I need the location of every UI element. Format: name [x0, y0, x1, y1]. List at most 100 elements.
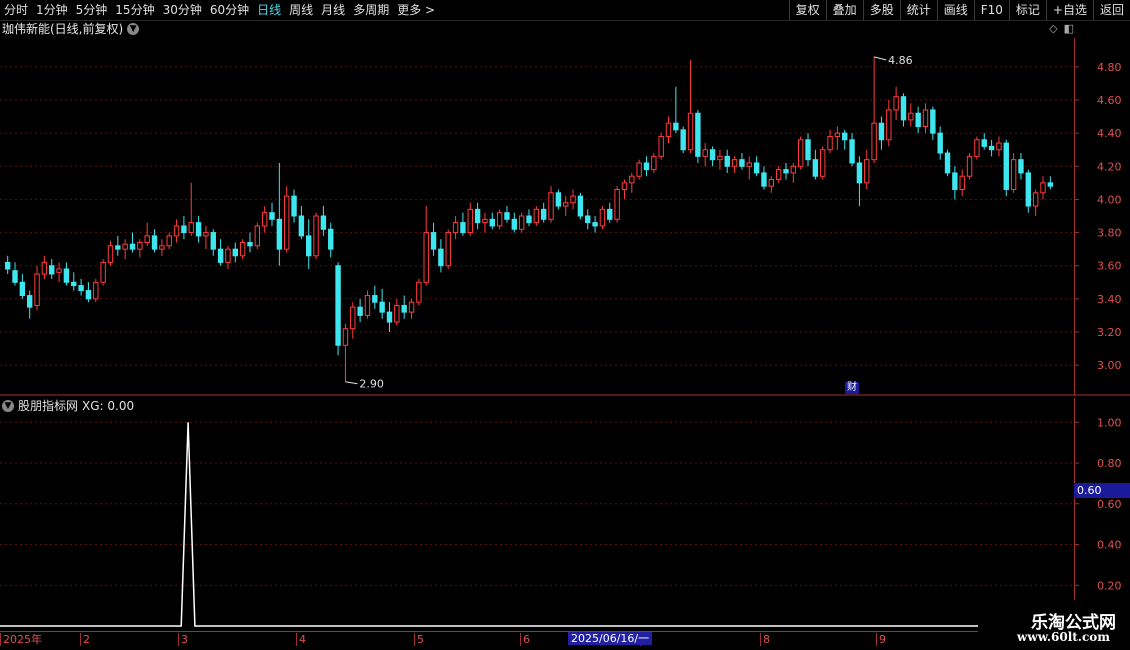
candle-body — [1040, 182, 1046, 194]
candle-body — [570, 195, 576, 204]
candle-body — [254, 225, 261, 247]
candle-body — [753, 162, 760, 174]
candle-body — [878, 122, 885, 141]
finance-badge[interactable]: 财 — [845, 382, 859, 394]
candle-body — [239, 242, 246, 257]
candle-body — [563, 202, 569, 207]
candle-body — [159, 245, 165, 250]
action-button-8[interactable]: 返回 — [1092, 0, 1130, 20]
price-tick-label: 3.00 — [1097, 359, 1122, 372]
period-tab-0[interactable]: 分时 — [0, 0, 32, 20]
date-axis-label: 4 — [296, 633, 306, 646]
candle-body — [283, 195, 290, 250]
action-button-4[interactable]: 画线 — [936, 0, 974, 20]
price-tick-label: 4.80 — [1097, 61, 1122, 74]
action-button-0[interactable]: 复权 — [788, 0, 826, 20]
candle-body — [974, 139, 980, 157]
chevron-down-icon[interactable]: ▼ — [127, 23, 140, 35]
candle-body — [350, 306, 356, 330]
candle-body — [291, 195, 297, 217]
candle-body — [12, 270, 18, 283]
indicator-cursor-value: 0.60 — [1074, 483, 1130, 498]
price-tick-label: 3.60 — [1097, 260, 1122, 273]
candle-body — [959, 175, 965, 190]
candle-body — [364, 295, 371, 316]
period-tab-8[interactable]: 月线 — [317, 0, 349, 20]
period-tab-2[interactable]: 5分钟 — [72, 0, 112, 20]
period-tab-1[interactable]: 1分钟 — [32, 0, 72, 20]
candle-body — [709, 149, 716, 161]
candle-body — [144, 235, 150, 244]
price-tick-label: 3.20 — [1097, 326, 1122, 339]
candle-body — [827, 135, 833, 151]
candle-body — [56, 268, 62, 273]
candle-body — [658, 135, 664, 157]
candle-body — [695, 112, 701, 157]
period-tab-10[interactable]: 更多 > — [393, 0, 439, 20]
candle-body — [746, 162, 752, 167]
period-tab-3[interactable]: 15分钟 — [111, 0, 158, 20]
candle-body — [768, 179, 775, 187]
candle-body — [981, 139, 987, 147]
candle-body — [937, 132, 943, 154]
candle-body — [739, 159, 745, 167]
candle-body — [540, 208, 547, 220]
candle-body — [445, 232, 451, 267]
candle-body — [607, 208, 613, 220]
candle-body — [210, 232, 216, 250]
period-tab-6[interactable]: 日线 — [253, 0, 285, 20]
candle-body — [173, 225, 180, 237]
candle-body — [944, 152, 951, 174]
high-arrow — [873, 56, 887, 61]
candle-body — [908, 112, 914, 121]
candle-body — [797, 139, 804, 167]
action-button-7[interactable]: +自选 — [1045, 0, 1093, 20]
date-axis-label: 9 — [876, 633, 886, 646]
action-button-3[interactable]: 统计 — [899, 0, 937, 20]
action-button-6[interactable]: 标记 — [1008, 0, 1046, 20]
candle-body — [100, 261, 106, 283]
candle-body — [474, 208, 481, 224]
candle-body — [452, 222, 459, 234]
candle-body — [996, 142, 1002, 151]
period-tab-9[interactable]: 多周期 — [349, 0, 393, 20]
candle-body — [394, 304, 400, 323]
candle-body — [151, 235, 158, 250]
candle-body — [188, 222, 194, 234]
candle-body — [834, 132, 841, 137]
candle-body — [687, 112, 694, 151]
period-tab-5[interactable]: 60分钟 — [206, 0, 253, 20]
date-axis-label: 2025年 — [0, 633, 42, 646]
candle-body — [651, 155, 657, 171]
candle-body — [893, 96, 899, 111]
period-tab-4[interactable]: 30分钟 — [159, 0, 206, 20]
candle-body — [673, 122, 679, 131]
candle-body — [181, 225, 187, 234]
candle-body — [1010, 159, 1017, 190]
action-buttons: 复权 叠加 多股 统计 画线 F10 标记 +自选 返回 — [788, 0, 1130, 20]
candle-body — [438, 248, 444, 267]
candle-body — [930, 109, 936, 134]
candle-body — [122, 243, 128, 250]
candle-body — [643, 162, 650, 171]
high-label: 4.86 — [888, 54, 913, 67]
panel-toggle-icon[interactable]: ◧ — [1064, 22, 1074, 35]
period-tab-7[interactable]: 周线 — [285, 0, 317, 20]
action-button-1[interactable]: 叠加 — [825, 0, 863, 20]
action-button-5[interactable]: F10 — [973, 0, 1009, 20]
action-button-2[interactable]: 多股 — [862, 0, 900, 20]
candle-body — [915, 112, 921, 128]
candle-body — [34, 273, 40, 306]
candle-body — [276, 218, 283, 250]
candle-body — [408, 301, 415, 313]
diamond-icon[interactable]: ◇ — [1049, 22, 1057, 35]
indicator-chart[interactable]: 1.00 0.80 0.60 0.40 0.20 — [0, 398, 1130, 630]
candle-body — [775, 169, 782, 181]
candle-body — [518, 215, 525, 230]
candle-body — [849, 139, 855, 164]
candle-body — [247, 242, 253, 247]
candlestick-chart[interactable]: 4.80 4.60 4.40 4.20 4.00 3.80 3.60 3.40 3.20 3.00… — [0, 38, 1130, 396]
candle-body — [41, 261, 48, 275]
candle-body — [320, 215, 327, 230]
candle-body — [261, 212, 268, 227]
